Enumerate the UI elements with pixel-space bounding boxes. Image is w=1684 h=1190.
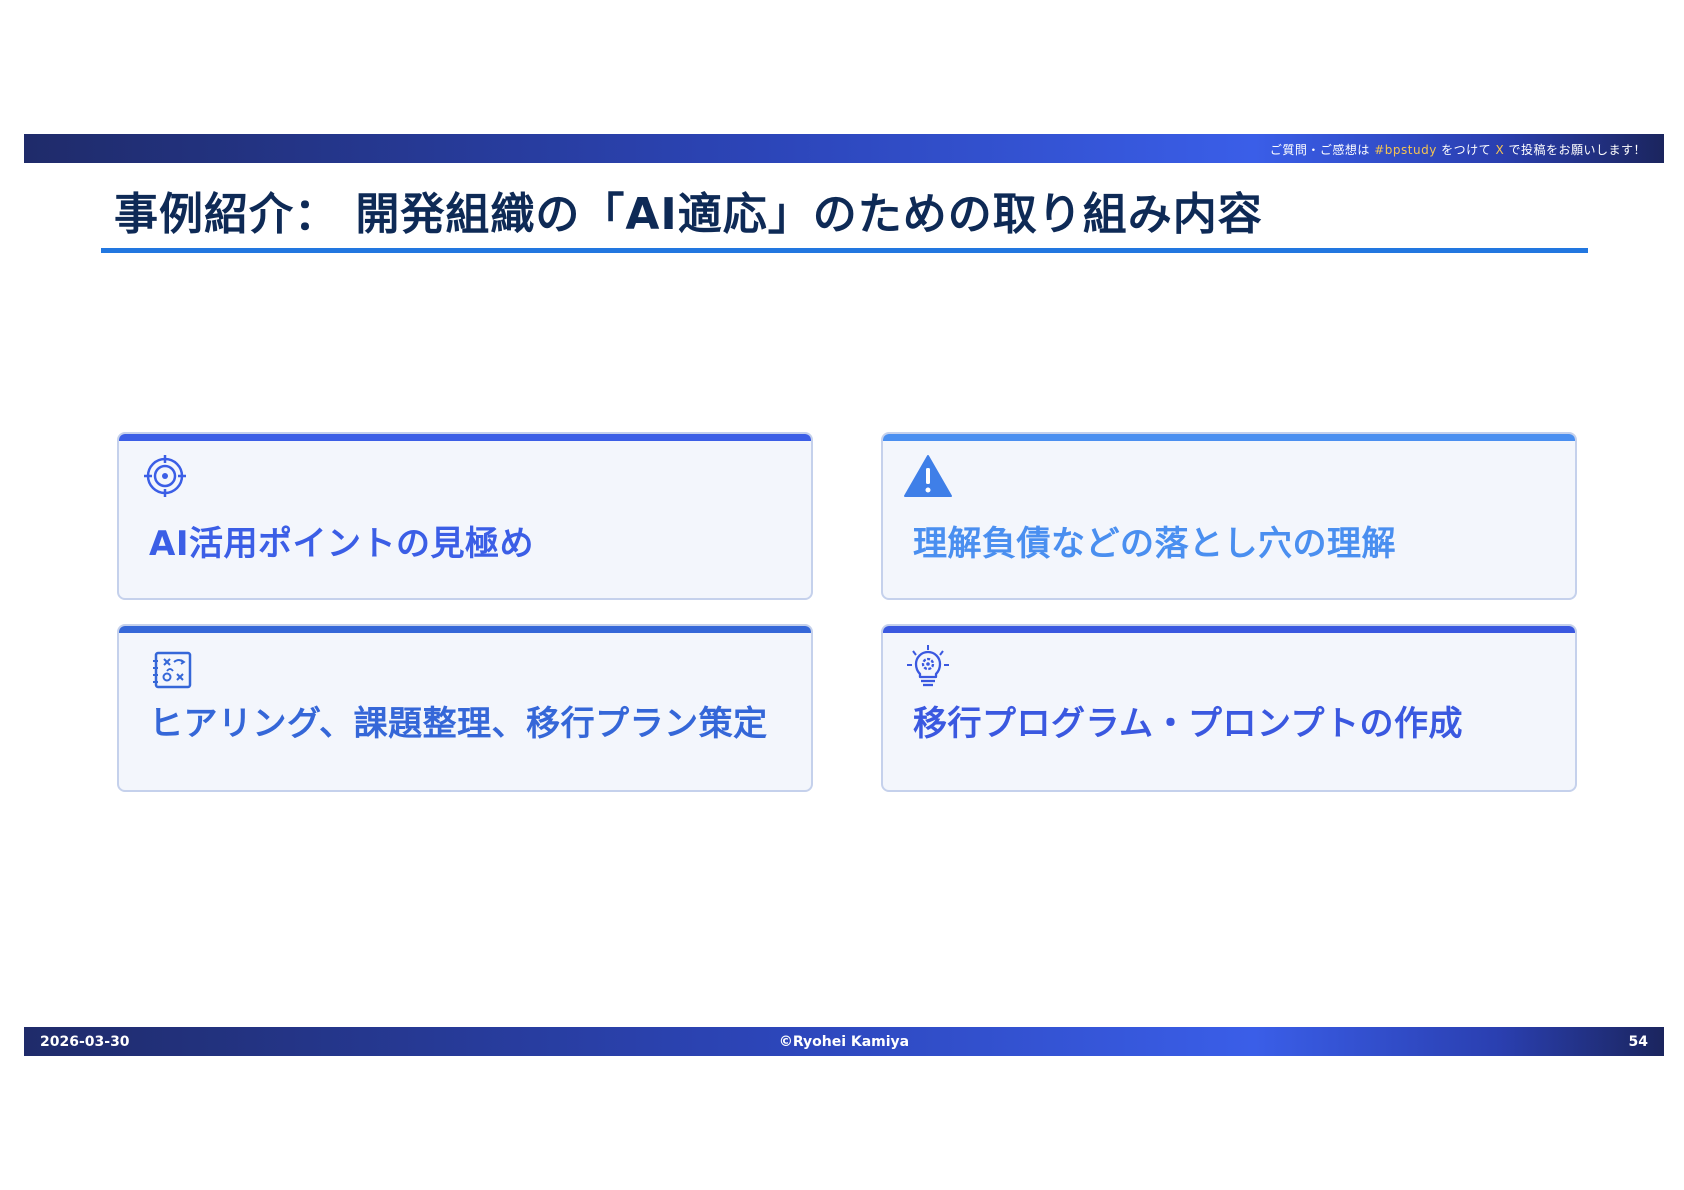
slide: ご質問・ご感想は #bpstudy をつけて X で投稿をお願いします！ 事例紹… [24, 134, 1664, 1056]
notice-middle: をつけて [1436, 143, 1496, 157]
strategy-board-icon [153, 650, 197, 694]
header-bar: ご質問・ご感想は #bpstudy をつけて X で投稿をお願いします！ [24, 134, 1664, 163]
card-accent-bar [119, 434, 811, 441]
card-ai-point: AI活用ポイントの見極め [117, 432, 813, 600]
warning-icon [903, 454, 952, 498]
hashtag-text: #bpstudy [1374, 143, 1437, 157]
idea-gear-bulb-icon [905, 644, 949, 688]
platform-text: X [1495, 143, 1505, 157]
page-number: 54 [1628, 1034, 1648, 1050]
page-title: 事例紹介： 開発組織の「AI適応」のための取り組み内容 [114, 189, 1263, 240]
header-notice: ご質問・ご感想は #bpstudy をつけて X で投稿をお願いします！ [1270, 141, 1646, 158]
footer-copyright: ©Ryohei Kamiya [778, 1034, 910, 1050]
card-text: ヒアリング、課題整理、移行プラン策定 [149, 704, 768, 744]
card-text: 理解負債などの落とし穴の理解 [913, 524, 1396, 564]
notice-suffix: で投稿をお願いします！ [1504, 143, 1646, 157]
card-accent-bar [883, 626, 1575, 633]
card-accent-bar [119, 626, 811, 633]
title-underline [101, 248, 1588, 253]
card-pitfalls: 理解負債などの落とし穴の理解 [881, 432, 1577, 600]
card-program: 移行プログラム・プロンプトの作成 [881, 624, 1577, 792]
card-accent-bar [883, 434, 1575, 441]
notice-prefix: ご質問・ご感想は [1269, 143, 1375, 157]
card-text: AI活用ポイントの見極め [149, 524, 534, 564]
footer-bar: 2026-03-30 ©Ryohei Kamiya 54 [24, 1027, 1664, 1056]
card-text: 移行プログラム・プロンプトの作成 [913, 704, 1463, 744]
card-hearing: ヒアリング、課題整理、移行プラン策定 [117, 624, 813, 792]
target-icon [143, 454, 187, 498]
